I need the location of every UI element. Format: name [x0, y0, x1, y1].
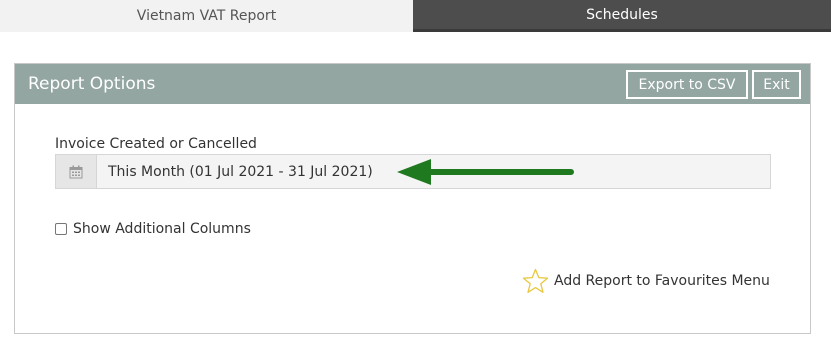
show-additional-columns-option[interactable]: Show Additional Columns [55, 221, 251, 237]
panel-title: Report Options [28, 74, 156, 94]
report-options-panel: Report Options Export to CSV Exit Invoic… [14, 63, 811, 334]
show-additional-columns-checkbox[interactable] [55, 223, 67, 235]
calendar-icon[interactable] [56, 155, 97, 188]
date-filter-label: Invoice Created or Cancelled [55, 136, 257, 152]
star-icon [522, 268, 549, 293]
add-to-favourites-label: Add Report to Favourites Menu [554, 273, 770, 289]
panel-header: Report Options Export to CSV Exit [15, 64, 810, 104]
export-to-csv-button[interactable]: Export to CSV [626, 70, 748, 99]
annotation-arrow-icon [397, 159, 574, 185]
tab-schedules[interactable]: Schedules [413, 0, 831, 32]
tab-label: Schedules [586, 6, 658, 23]
tab-label: Vietnam VAT Report [136, 8, 277, 24]
show-additional-columns-label: Show Additional Columns [73, 221, 251, 237]
report-tabs: Vietnam VAT Report Schedules [0, 0, 831, 32]
date-range-value: This Month (01 Jul 2021 - 31 Jul 2021) [108, 163, 373, 180]
tab-vietnam-vat-report[interactable]: Vietnam VAT Report [0, 0, 413, 32]
add-to-favourites-link[interactable]: Add Report to Favourites Menu [522, 268, 770, 294]
exit-button[interactable]: Exit [752, 70, 801, 99]
